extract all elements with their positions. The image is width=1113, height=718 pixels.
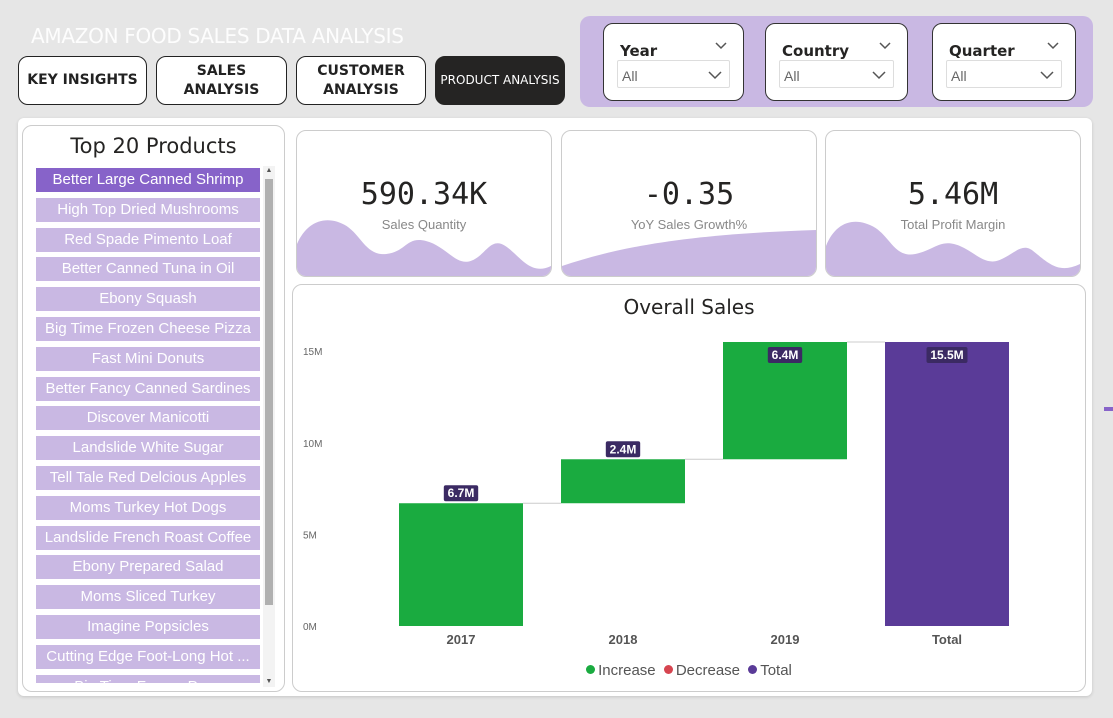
scroll-up-icon[interactable]: ▲ (263, 166, 275, 176)
product-item[interactable]: Tell Tale Red Delcious Apples (36, 465, 260, 490)
chevron-down-icon (872, 71, 886, 80)
quarter-select-value: All (951, 68, 967, 84)
legend-decrease-label: Decrease (675, 662, 741, 679)
bar-2017[interactable] (399, 503, 523, 626)
scroll-thumb[interactable] (265, 179, 273, 605)
data-label-text: 15.5M (930, 348, 963, 362)
list-scrollbar[interactable]: ▲ ▼ (263, 166, 275, 687)
yoy-growth-label: YoY Sales Growth% (630, 217, 748, 232)
year-filter-label: Year (620, 42, 658, 60)
y-tick-label: 15M (303, 347, 322, 358)
product-item[interactable]: Red Spade Pimento Loaf (36, 227, 260, 252)
scroll-down-icon[interactable]: ▼ (263, 677, 275, 687)
y-tick-label: 5M (303, 530, 317, 541)
waterfall-chart: 0M 5M 10M 15M 6.7M 2017 2.4M 2018 6.4M 2019 15.5M T… (303, 341, 1009, 647)
data-label-text: 6.7M (448, 486, 475, 500)
profit-margin-label: Total Profit Margin (900, 217, 1006, 232)
yoy-growth-value: -0.35 (643, 177, 735, 212)
app-title: AMAZON FOOD SALES DATA ANALYSIS (31, 24, 404, 48)
quarter-select[interactable]: All (946, 60, 1062, 88)
data-label: 6.7M (443, 485, 479, 502)
chevron-down-icon[interactable] (877, 38, 893, 54)
legend-increase-label: Increase (598, 662, 656, 679)
sales-quantity-card: 590.34K Sales Quantity (296, 130, 552, 277)
data-label: 15.5M (926, 347, 968, 363)
product-list: Better Large Canned Shrimp High Top Dried… (36, 168, 260, 683)
quarter-filter: Quarter All (932, 23, 1076, 101)
data-label-text: 6.4M (772, 348, 799, 362)
sales-quantity-value: 590.34K (360, 177, 488, 212)
year-select[interactable]: All (617, 60, 730, 88)
year-filter: Year All (603, 23, 744, 101)
country-filter-label: Country (782, 42, 850, 60)
product-item[interactable]: Ebony Squash (36, 287, 260, 312)
filter-panel: Year All Country All Quarter All (580, 16, 1093, 107)
product-item[interactable]: Big Time Frozen Cheese Pizza (36, 316, 260, 341)
overall-sales-chart: Overall Sales 0M 5M 10M 15M 6.7M 2017 2.4M 2018… (292, 284, 1086, 692)
quarter-filter-label: Quarter (949, 42, 1015, 60)
bar-total[interactable] (885, 342, 1009, 626)
product-item[interactable]: Cutting Edge Foot-Long Hot ... (36, 644, 260, 669)
data-label-text: 2.4M (610, 442, 637, 456)
data-label: 2.4M (605, 441, 641, 458)
product-item[interactable]: Landslide French Roast Coffee (36, 525, 260, 550)
profit-margin-card: 5.46M Total Profit Margin (825, 130, 1081, 277)
legend-decrease[interactable]: Decrease (663, 662, 741, 679)
legend-increase[interactable]: Increase (586, 662, 656, 679)
chevron-down-icon[interactable] (1045, 38, 1061, 54)
product-item[interactable]: High Top Dried Mushrooms (36, 197, 260, 222)
country-select-value: All (784, 68, 800, 84)
product-item[interactable]: Better Fancy Canned Sardines (36, 376, 260, 401)
country-filter: Country All (765, 23, 908, 101)
side-accent (1104, 407, 1113, 411)
chart-legend: Increase Decrease Total (293, 662, 1085, 679)
legend-total-swatch (748, 665, 758, 674)
data-label: 6.4M (767, 347, 803, 363)
product-item[interactable]: Fast Mini Donuts (36, 346, 260, 371)
y-tick-label: 10M (303, 439, 322, 450)
product-item[interactable]: Landslide White Sugar (36, 436, 260, 461)
yoy-growth-card: -0.35 YoY Sales Growth% (561, 130, 817, 277)
key-insights-button[interactable]: KEY INSIGHTS (18, 56, 147, 105)
product-item[interactable]: Moms Turkey Hot Dogs (36, 495, 260, 520)
sales-quantity-label: Sales Quantity (381, 217, 467, 232)
product-item[interactable]: Better Canned Tuna in Oil (36, 257, 260, 282)
sales-analysis-button[interactable]: SALES ANALYSIS (156, 56, 287, 105)
product-item[interactable]: Imagine Popsicles (36, 614, 260, 639)
product-item[interactable]: Moms Sliced Turkey (36, 585, 260, 610)
country-select[interactable]: All (779, 60, 894, 88)
product-item[interactable]: Ebony Prepared Salad (36, 555, 260, 580)
x-tick-label: 2017 (447, 632, 476, 647)
legend-decrease-swatch (663, 665, 673, 674)
year-select-value: All (622, 68, 638, 84)
top-products-title: Top 20 Products (70, 134, 237, 158)
product-analysis-button[interactable]: PRODUCT ANALYSIS (435, 56, 565, 105)
customer-analysis-label-line2: ANALYSIS (323, 81, 399, 98)
chevron-down-icon (1040, 71, 1054, 80)
bar-2018[interactable] (561, 459, 685, 504)
top-products-slicer: Top 20 Products Better Large Canned Shri… (22, 125, 285, 692)
chevron-down-icon[interactable] (713, 38, 729, 54)
product-item[interactable]: Big Time Frozen Peas (36, 674, 260, 683)
product-item[interactable]: Better Large Canned Shrimp (36, 168, 260, 192)
customer-analysis-label-line1: CUSTOMER (317, 63, 405, 80)
x-tick-label: 2019 (771, 632, 800, 647)
customer-analysis-button[interactable]: CUSTOMER ANALYSIS (296, 56, 426, 105)
legend-total-label: Total (760, 662, 792, 679)
legend-total[interactable]: Total (748, 662, 792, 679)
legend-increase-swatch (586, 665, 596, 674)
profit-margin-value: 5.46M (907, 177, 999, 212)
x-tick-label: 2018 (609, 632, 638, 647)
product-item[interactable]: Discover Manicotti (36, 406, 260, 431)
y-tick-label: 0M (303, 622, 317, 633)
chevron-down-icon (708, 71, 722, 80)
x-tick-label: Total (932, 632, 962, 647)
